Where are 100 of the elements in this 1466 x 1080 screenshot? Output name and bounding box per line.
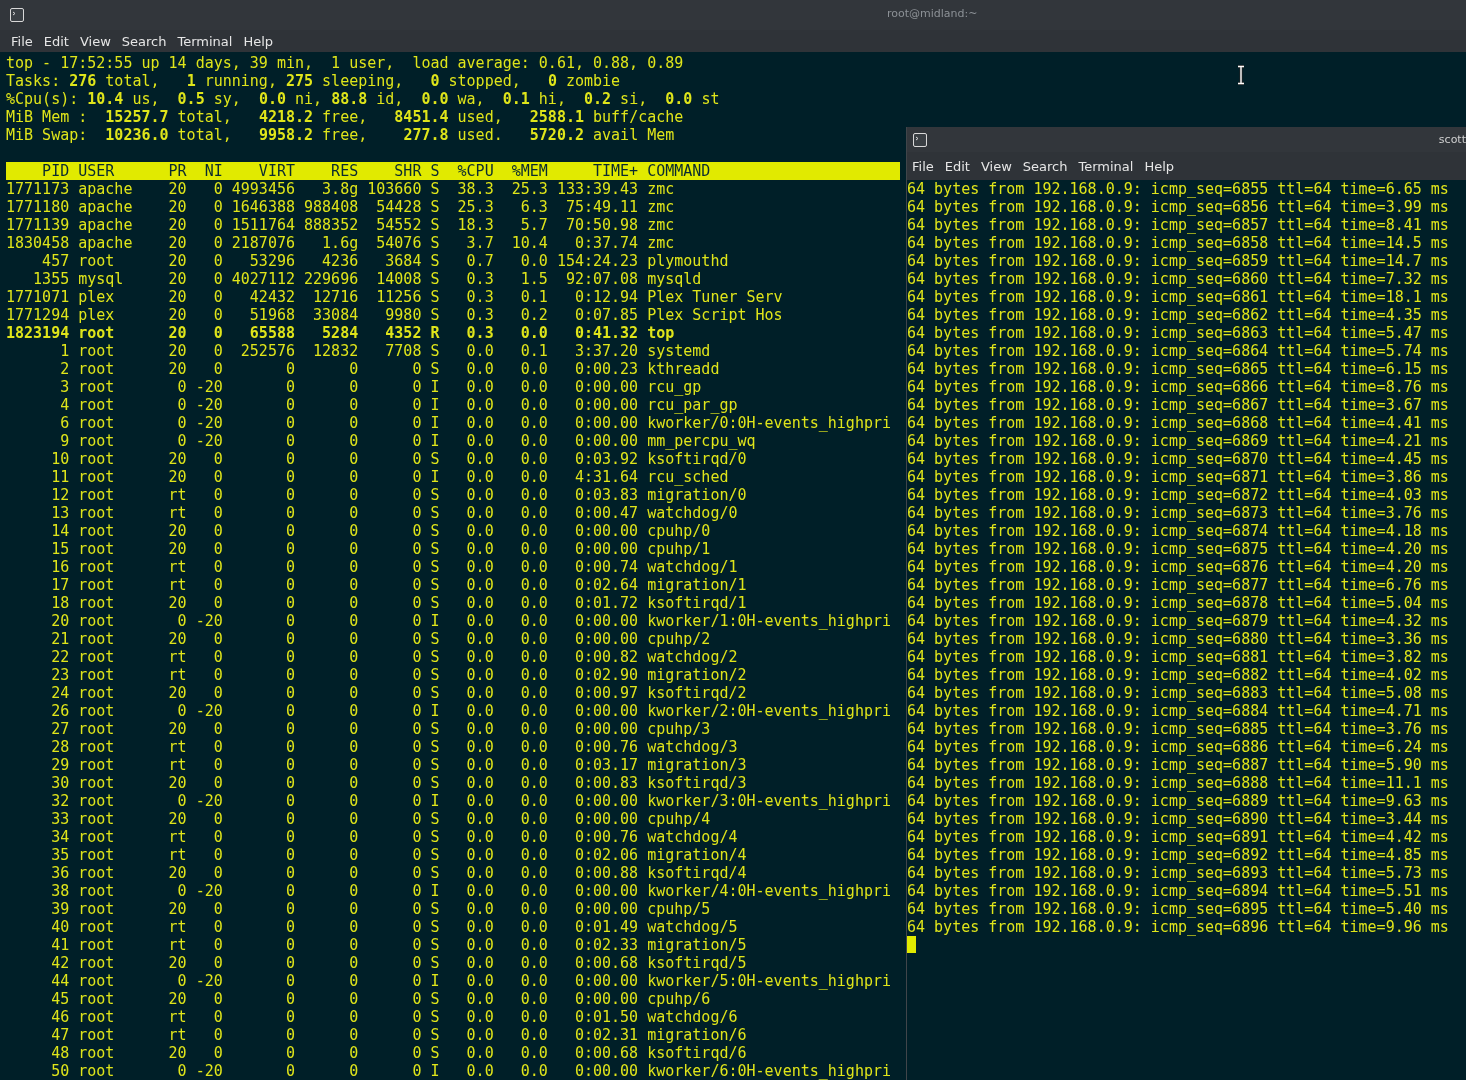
process-row-text: 30 root 20 0 0 0 0 S 0.0 0.0 0:00.83 ksoftirqd/3 <box>50 774 747 792</box>
ping-output-line: 64 bytes from 192.168.0.9: icmp_seq=6858 ttl=64 time=14.5 ms <box>907 234 1449 252</box>
menu-item[interactable]: View <box>980 158 1012 174</box>
ping-output-line: 64 bytes from 192.168.0.9: icmp_seq=6864 ttl=64 time=5.74 ms <box>907 342 1449 360</box>
process-row-text: 46 root rt 0 0 0 0 S 0.0 0.0 0:01.50 watchdog/6 <box>50 1008 738 1026</box>
ping-output-line: 64 bytes from 192.168.0.9: icmp_seq=6887 ttl=64 time=5.90 ms <box>907 756 1449 774</box>
process-row-text: 48 root 20 0 0 0 0 S 0.0 0.0 0:00.68 ksoftirqd/6 <box>50 1044 747 1062</box>
menu-item[interactable]: Terminal <box>177 33 233 49</box>
process-row-text: 10 root 20 0 0 0 0 S 0.0 0.0 0:03.92 ksoftirqd/0 <box>50 450 747 468</box>
ping-output-line: 64 bytes from 192.168.0.9: icmp_seq=6883 ttl=64 time=5.08 ms <box>907 684 1449 702</box>
process-row: 1771294 plex 20 0 51968 33084 9980 S 0.3 0.2 0:07.85 Plex Script Hos <box>6 306 783 324</box>
summary-line: MiB Swap: 10236.0 total, 9958.2 free, 277.8 used. 5720.2 avail Mem <box>6 126 675 144</box>
ping-output-line: 64 bytes from 192.168.0.9: icmp_seq=6890 ttl=64 time=3.44 ms <box>907 810 1449 828</box>
process-row-text: 44 root 0 -20 0 0 0 I 0.0 0.0 0:00.00 kworker/5:0H-events_highpri <box>50 972 891 990</box>
terminal-icon <box>10 8 24 22</box>
ping-output-line: 64 bytes from 192.168.0.9: icmp_seq=6861 ttl=64 time=18.1 ms <box>907 288 1449 306</box>
process-row-text: 6 root 0 -20 0 0 0 I 0.0 0.0 0:00.00 kworker/0:0H-events_highpri <box>59 414 891 432</box>
text-cursor-icon <box>1236 65 1246 85</box>
ping-output-line: 64 bytes from 192.168.0.9: icmp_seq=6891 ttl=64 time=4.42 ms <box>907 828 1449 846</box>
menu-item[interactable]: Help <box>1144 158 1175 174</box>
ping-output-line: 64 bytes from 192.168.0.9: icmp_seq=6894 ttl=64 time=5.51 ms <box>907 882 1449 900</box>
ping-output-line: 64 bytes from 192.168.0.9: icmp_seq=6862 ttl=64 time=4.35 ms <box>907 306 1449 324</box>
process-row-text: 34 root rt 0 0 0 0 S 0.0 0.0 0:00.76 watchdog/4 <box>50 828 738 846</box>
process-row: 1823194 root 20 0 65588 5284 4352 R 0.3 0.0 0:41.32 top <box>6 324 675 342</box>
ping-output-line: 64 bytes from 192.168.0.9: icmp_seq=6860 ttl=64 time=7.32 ms <box>907 270 1449 288</box>
terminal-icon <box>913 132 927 147</box>
menu-item[interactable]: Help <box>243 33 274 49</box>
ping-output-line: 64 bytes from 192.168.0.9: icmp_seq=6882 ttl=64 time=4.02 ms <box>907 666 1449 684</box>
process-row-text: 2 root 20 0 0 0 0 S 0.0 0.0 0:00.23 kthreadd <box>59 360 720 378</box>
process-row-text: 38 root 0 -20 0 0 0 I 0.0 0.0 0:00.00 kworker/4:0H-events_highpri <box>50 882 891 900</box>
menu-item[interactable]: File <box>11 33 33 49</box>
process-row-text: 18 root 20 0 0 0 0 S 0.0 0.0 0:01.72 ksoftirqd/1 <box>50 594 747 612</box>
menu-item[interactable]: Edit <box>43 33 69 49</box>
ping-output-line: 64 bytes from 192.168.0.9: icmp_seq=6875 ttl=64 time=4.20 ms <box>907 540 1449 558</box>
ping-output-line: 64 bytes from 192.168.0.9: icmp_seq=6878 ttl=64 time=5.04 ms <box>907 594 1449 612</box>
ping-output-line: 64 bytes from 192.168.0.9: icmp_seq=6856 ttl=64 time=3.99 ms <box>907 198 1449 216</box>
summary-line: %Cpu(s): 10.4 us, 0.5 sy, 0.0 ni, 88.8 id, 0.0 wa, 0.1 hi, 0.2 si, 0.0 st <box>6 90 720 108</box>
process-row-text: 21 root 20 0 0 0 0 S 0.0 0.0 0:00.00 cpuhp/2 <box>50 630 711 648</box>
process-row-text: 24 root 20 0 0 0 0 S 0.0 0.0 0:00.97 ksoftirqd/2 <box>50 684 747 702</box>
ping-output-line: 64 bytes from 192.168.0.9: icmp_seq=6857 ttl=64 time=8.41 ms <box>907 216 1449 234</box>
ping-output-line: 64 bytes from 192.168.0.9: icmp_seq=6881 ttl=64 time=3.82 ms <box>907 648 1449 666</box>
text-cursor <box>907 936 916 953</box>
process-row-text: 35 root rt 0 0 0 0 S 0.0 0.0 0:02.06 migration/4 <box>50 846 747 864</box>
ping-output-line: 64 bytes from 192.168.0.9: icmp_seq=6863 ttl=64 time=5.47 ms <box>907 324 1449 342</box>
ping-output-line: 64 bytes from 192.168.0.9: icmp_seq=6889 ttl=64 time=9.63 ms <box>907 792 1449 810</box>
ping-output-line: 64 bytes from 192.168.0.9: icmp_seq=6885 ttl=64 time=3.76 ms <box>907 720 1449 738</box>
menu-item[interactable]: Terminal <box>1078 158 1134 174</box>
ping-output-line: 64 bytes from 192.168.0.9: icmp_seq=6855 ttl=64 time=6.65 ms <box>907 180 1449 198</box>
process-row: 1771173 apache 20 0 4993456 3.8g 103660 S 38.3 25.3 133:39.43 zmc <box>6 180 675 198</box>
process-row-text: 27 root 20 0 0 0 0 S 0.0 0.0 0:00.00 cpuhp/3 <box>50 720 711 738</box>
process-row-text: 457 root 20 0 53296 4236 3684 S 0.7 0.0 154:24.23 plymouthd <box>41 252 729 270</box>
process-row-text: 14 root 20 0 0 0 0 S 0.0 0.0 0:00.00 cpuhp/0 <box>50 522 711 540</box>
ping-output-line: 64 bytes from 192.168.0.9: icmp_seq=6888 ttl=64 time=11.1 ms <box>907 774 1449 792</box>
summary-line: Tasks: 276 total, 1 running, 275 sleeping, 0 stopped, 0 zombie <box>6 72 621 90</box>
window-title: root@midland:~ <box>887 6 978 20</box>
ping-output-line: 64 bytes from 192.168.0.9: icmp_seq=6865 ttl=64 time=6.15 ms <box>907 360 1449 378</box>
ping-output-line: 64 bytes from 192.168.0.9: icmp_seq=6873 ttl=64 time=3.76 ms <box>907 504 1449 522</box>
process-row: 1771071 plex 20 0 42432 12716 11256 S 0.3 0.1 0:12.94 Plex Tuner Serv <box>6 288 783 306</box>
ping-output-line: 64 bytes from 192.168.0.9: icmp_seq=6874 ttl=64 time=4.18 ms <box>907 522 1449 540</box>
process-row-text: 13 root rt 0 0 0 0 S 0.0 0.0 0:00.47 watchdog/0 <box>50 504 738 522</box>
process-row-text: 26 root 0 -20 0 0 0 I 0.0 0.0 0:00.00 kworker/2:0H-events_highpri <box>50 702 891 720</box>
process-row-text: 32 root 0 -20 0 0 0 I 0.0 0.0 0:00.00 kworker/3:0H-events_highpri <box>50 792 891 810</box>
menu-item[interactable]: Search <box>121 33 167 49</box>
process-row-text: 9 root 0 -20 0 0 0 I 0.0 0.0 0:00.00 mm_percpu_wq <box>59 432 756 450</box>
process-row-text: 42 root 20 0 0 0 0 S 0.0 0.0 0:00.68 ksoftirqd/5 <box>50 954 747 972</box>
process-row-text: 50 root 0 -20 0 0 0 I 0.0 0.0 0:00.00 kworker/6:0H-events_highpri <box>50 1062 891 1080</box>
window-title: scott <box>1438 133 1466 146</box>
menu-item[interactable]: Edit <box>944 158 970 174</box>
ping-output-line: 64 bytes from 192.168.0.9: icmp_seq=6892 ttl=64 time=4.85 ms <box>907 846 1449 864</box>
process-row-text: 28 root rt 0 0 0 0 S 0.0 0.0 0:00.76 watchdog/3 <box>50 738 738 756</box>
ping-output-line: 64 bytes from 192.168.0.9: icmp_seq=6893 ttl=64 time=5.73 ms <box>907 864 1449 882</box>
ping-output-line: 64 bytes from 192.168.0.9: icmp_seq=6895 ttl=64 time=5.40 ms <box>907 900 1449 918</box>
process-row-text: 1 root 20 0 252576 12832 7708 S 0.0 0.1 3:37.20 systemd <box>59 342 711 360</box>
ping-output-line: 64 bytes from 192.168.0.9: icmp_seq=6867 ttl=64 time=3.67 ms <box>907 396 1449 414</box>
process-row-text: 33 root 20 0 0 0 0 S 0.0 0.0 0:00.00 cpuhp/4 <box>50 810 711 828</box>
process-row: 1830458 apache 20 0 2187076 1.6g 54076 S 3.7 10.4 0:37.74 zmc <box>6 234 675 252</box>
ping-output-line: 64 bytes from 192.168.0.9: icmp_seq=6886 ttl=64 time=6.24 ms <box>907 738 1449 756</box>
process-row-text: 11 root 20 0 0 0 0 I 0.0 0.0 4:31.64 rcu_sched <box>50 468 729 486</box>
process-row-text: 47 root rt 0 0 0 0 S 0.0 0.0 0:02.31 migration/6 <box>50 1026 747 1044</box>
process-row: 1771180 apache 20 0 1646388 988408 54428 S 25.3 6.3 75:49.11 zmc <box>6 198 675 216</box>
process-row-text: 23 root rt 0 0 0 0 S 0.0 0.0 0:02.90 migration/2 <box>50 666 747 684</box>
process-row-text: 22 root rt 0 0 0 0 S 0.0 0.0 0:00.82 watchdog/2 <box>50 648 738 666</box>
ping-output-line: 64 bytes from 192.168.0.9: icmp_seq=6879 ttl=64 time=4.32 ms <box>907 612 1449 630</box>
ping-output-line: 64 bytes from 192.168.0.9: icmp_seq=6896 ttl=64 time=9.96 ms <box>907 918 1449 936</box>
ping-output-line: 64 bytes from 192.168.0.9: icmp_seq=6884 ttl=64 time=4.71 ms <box>907 702 1449 720</box>
ping-output-line: 64 bytes from 192.168.0.9: icmp_seq=6866 ttl=64 time=8.76 ms <box>907 378 1449 396</box>
menu-item[interactable]: Search <box>1022 158 1068 174</box>
ping-output-line: 64 bytes from 192.168.0.9: icmp_seq=6877 ttl=64 time=6.76 ms <box>907 576 1449 594</box>
process-row-text: 45 root 20 0 0 0 0 S 0.0 0.0 0:00.00 cpuhp/6 <box>50 990 711 1008</box>
process-row-text: 15 root 20 0 0 0 0 S 0.0 0.0 0:00.00 cpuhp/1 <box>50 540 711 558</box>
process-row-text: 17 root rt 0 0 0 0 S 0.0 0.0 0:02.64 migration/1 <box>50 576 747 594</box>
ping-output-line: 64 bytes from 192.168.0.9: icmp_seq=6869 ttl=64 time=4.21 ms <box>907 432 1449 450</box>
process-row-text: 3 root 0 -20 0 0 0 I 0.0 0.0 0:00.00 rcu_gp <box>59 378 702 396</box>
process-row-text: 41 root rt 0 0 0 0 S 0.0 0.0 0:02.33 migration/5 <box>50 936 747 954</box>
menu-item[interactable]: File <box>912 158 934 174</box>
process-row-text: 40 root rt 0 0 0 0 S 0.0 0.0 0:01.49 watchdog/5 <box>50 918 738 936</box>
menu-item[interactable]: View <box>79 33 111 49</box>
process-row-text: 1355 mysql 20 0 4027112 229696 14008 S 0.3 1.5 92:07.08 mysqld <box>32 270 702 288</box>
process-row-text: 12 root rt 0 0 0 0 S 0.0 0.0 0:03.83 migration/0 <box>50 486 747 504</box>
process-row-text: 39 root 20 0 0 0 0 S 0.0 0.0 0:00.00 cpuhp/5 <box>50 900 711 918</box>
